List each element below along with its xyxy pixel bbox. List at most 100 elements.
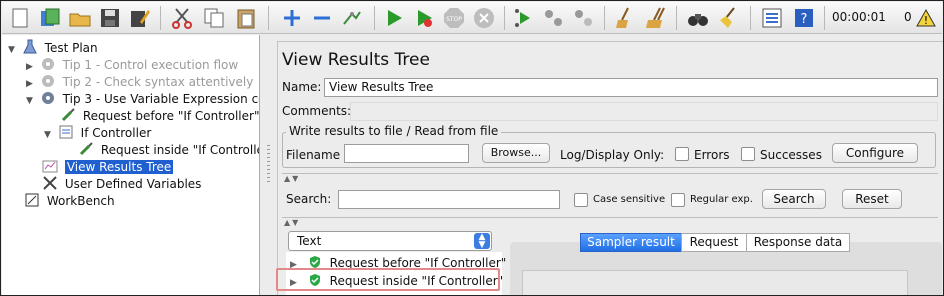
save-icon[interactable] <box>98 6 122 30</box>
tab-request[interactable]: Request <box>681 233 747 252</box>
listener-chart-icon <box>42 158 58 174</box>
remote-stop-icon[interactable] <box>542 6 566 30</box>
toolbar-separator <box>374 6 375 30</box>
broom-icon[interactable] <box>716 6 740 30</box>
case-sensitive-label: Case sensitive <box>593 194 666 205</box>
new-icon[interactable] <box>8 6 32 30</box>
tree-node-tip-2[interactable]: ▶ Tip 2 - Check syntax attentively <box>26 73 253 90</box>
tree-node-label: Tip 1 - Control execution flow <box>62 58 239 72</box>
sampler-pipette-icon <box>78 141 94 157</box>
stop-icon[interactable]: STOP <box>442 6 466 30</box>
configure-button[interactable]: Configure <box>832 143 918 163</box>
tree-node-label: Request before "If Controller" <box>82 109 260 123</box>
toolbar: STOP ? 00:00:01 0 ! <box>2 2 942 34</box>
search-label: Search: <box>286 192 332 206</box>
view-results-tree-panel: View Results Tree Name: View Results Tre… <box>277 41 943 295</box>
binoculars-icon[interactable] <box>686 6 710 30</box>
toolbar-separator <box>160 6 161 30</box>
start-icon[interactable] <box>382 6 406 30</box>
tree-node-tip-3[interactable]: ▼ Tip 3 - Use Variable Expression condi <box>26 90 259 110</box>
section-divider <box>282 217 938 218</box>
chevron-updown-icon: ▲ ▼ <box>474 233 490 250</box>
templates-icon[interactable] <box>38 6 62 30</box>
toggle-icon[interactable] <box>340 6 364 30</box>
toolbar-separator <box>504 6 505 30</box>
case-sensitive-checkbox[interactable] <box>574 193 588 207</box>
split-arrows-icon[interactable]: ▲▼ <box>284 174 300 183</box>
tree-node-test-plan[interactable]: ▼ Test Plan <box>8 39 98 56</box>
tree-node-label: Test Plan <box>44 41 98 55</box>
success-shield-icon <box>308 255 322 269</box>
toolbar-separator <box>750 6 751 30</box>
svg-text:STOP: STOP <box>446 16 462 23</box>
section-divider <box>282 173 938 174</box>
filename-label: Filename <box>286 148 341 162</box>
regular-exp-checkbox[interactable] <box>671 193 685 207</box>
function-helper-icon[interactable] <box>760 6 784 30</box>
elapsed-timer: 00:00:01 <box>832 10 886 24</box>
panel-title: View Results Tree <box>282 50 430 70</box>
filename-input[interactable] <box>344 144 469 163</box>
comments-field[interactable] <box>350 102 938 121</box>
log-display-label: Log/Display Only: <box>560 148 665 162</box>
tree-node-label: Tip 3 - Use Variable Expression condi <box>62 92 259 106</box>
toolbar-separator <box>676 6 677 30</box>
renderer-value: Text <box>297 234 322 248</box>
search-input[interactable] <box>338 190 560 209</box>
jmeter-window: STOP ? 00:00:01 0 ! ▼ Test Plan ▶ Tip 1 … <box>0 0 944 296</box>
tree-node-label: Request inside "If Controller" <box>100 143 260 157</box>
gear-icon <box>40 56 56 72</box>
tree-node-tip-1[interactable]: ▶ Tip 1 - Control execution flow <box>26 56 238 73</box>
warning-icon[interactable]: ! <box>916 8 936 28</box>
expand-toggle-icon[interactable]: ▼ <box>44 127 54 144</box>
svg-text:?: ? <box>801 12 808 27</box>
shutdown-icon[interactable] <box>472 6 496 30</box>
cut-icon[interactable] <box>170 6 194 30</box>
tree-node-view-results-tree[interactable]: View Results Tree <box>42 158 174 175</box>
error-count: 0 <box>904 10 912 24</box>
tab-sampler-result[interactable]: Sampler result <box>580 233 682 252</box>
errors-label: Errors <box>694 148 730 162</box>
tree-node-if-controller[interactable]: ▼ If Controller <box>44 124 151 141</box>
errors-checkbox[interactable] <box>675 147 689 161</box>
help-icon[interactable]: ? <box>792 6 816 30</box>
pane-splitter[interactable] <box>261 35 277 295</box>
tree-node-workbench[interactable]: WorkBench <box>24 192 115 209</box>
successes-checkbox[interactable] <box>741 147 755 161</box>
workbench-icon <box>24 192 40 208</box>
paste-icon[interactable] <box>234 6 258 30</box>
tab-response-data[interactable]: Response data <box>746 233 850 252</box>
search-button[interactable]: Search <box>762 189 826 209</box>
tree-node-user-defined-variables[interactable]: User Defined Variables <box>42 175 201 192</box>
regular-exp-label: Regular exp. <box>690 194 753 205</box>
start-no-timers-icon[interactable] <box>412 6 436 30</box>
comments-label: Comments: <box>282 104 352 118</box>
copy-icon[interactable] <box>202 6 226 30</box>
split-arrows-icon[interactable]: ▲▼ <box>284 218 300 227</box>
browse-button[interactable]: Browse... <box>482 143 550 163</box>
renderer-select[interactable]: Text ▲ ▼ <box>288 231 492 251</box>
tree-node-request-inside[interactable]: Request inside "If Controller" <box>78 141 260 158</box>
gear-icon <box>40 73 56 89</box>
remote-start-icon[interactable] <box>512 6 536 30</box>
reset-button[interactable]: Reset <box>842 189 902 209</box>
expand-toggle-icon[interactable]: ▼ <box>8 42 18 59</box>
toolbar-separator <box>268 6 269 30</box>
file-group-title: Write results to file / Read from file <box>286 124 502 138</box>
tree-node-request-before[interactable]: Request before "If Controller" <box>60 107 259 124</box>
clear-all-icon[interactable] <box>644 6 668 30</box>
remote-exit-icon[interactable] <box>572 6 596 30</box>
tree-node-label: If Controller <box>80 126 152 140</box>
expand-toggle-icon[interactable]: ▼ <box>26 93 36 110</box>
sampler-pipette-icon <box>60 107 76 123</box>
tree-node-label: Tip 2 - Check syntax attentively <box>62 75 254 89</box>
open-icon[interactable] <box>68 6 92 30</box>
flask-icon <box>22 39 38 55</box>
collapse-icon[interactable] <box>310 6 334 30</box>
name-field[interactable]: View Results Tree <box>324 78 938 97</box>
svg-text:!: ! <box>924 14 928 27</box>
clear-icon[interactable] <box>614 6 638 30</box>
gear-icon <box>40 90 56 106</box>
expand-icon[interactable] <box>280 6 304 30</box>
save-as-icon[interactable] <box>128 6 152 30</box>
